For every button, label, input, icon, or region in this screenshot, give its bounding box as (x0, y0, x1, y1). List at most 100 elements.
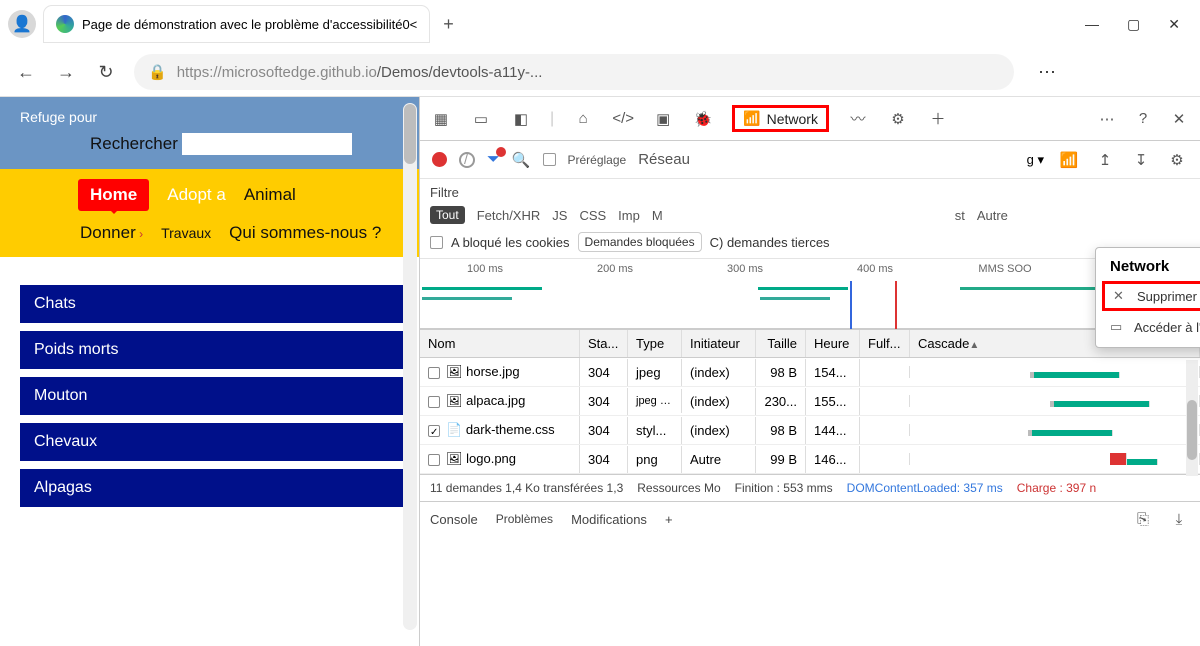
filter-bar: Filtre Tout Fetch/XHR JS CSS Imp M st Au… (420, 179, 1200, 259)
url-path: /Demos/devtools-a11y-... (377, 64, 543, 81)
status-summary: 11 demandes 1,4 Ko transférées 1,3 (430, 481, 623, 495)
bug-icon[interactable]: 🐞 (692, 108, 714, 130)
forward-button[interactable]: → (54, 62, 78, 83)
nav-animal[interactable]: Animal (244, 185, 296, 205)
context-menu-remove[interactable]: ✕ Supprimer de la barre d'activités (1102, 281, 1200, 311)
nav-adopt[interactable]: Adopt a (167, 185, 226, 205)
edge-icon (56, 15, 74, 33)
search-input[interactable] (182, 133, 352, 155)
drawer-expand-icon[interactable]: ⤓ (1168, 508, 1190, 530)
devtools-drawer: Console Problèmes Modifications + ⎘ ⤓ (420, 501, 1200, 536)
profile-avatar[interactable]: 👤 (8, 10, 36, 38)
devtools-tabbar: ▦ ▭ ◧ | ⌂ </> ▣ 🐞 📶 Network 〰 ⚙ ＋ ⋯ ? ✕ (420, 97, 1200, 141)
col-time[interactable]: Heure (806, 330, 860, 357)
nav-donate[interactable]: Donner (80, 223, 143, 243)
nav-home[interactable]: Home (78, 179, 149, 211)
url-host: https://microsoftedge.github.io (177, 64, 377, 81)
prereglage-label: Préréglage (568, 153, 627, 167)
drawer-tab-console[interactable]: Console (430, 512, 478, 527)
move-bottom-icon: ▭ (1110, 319, 1124, 335)
category-item[interactable]: Mouton (20, 377, 403, 415)
table-row[interactable]: 🖼 horse.jpg 304 jpeg (index) 98 B 154... (420, 358, 1200, 387)
wifi-settings-icon[interactable]: 📶 (1058, 149, 1080, 171)
network-statusbar: 11 demandes 1,4 Ko transférées 1,3 Resso… (420, 474, 1200, 501)
filter-chip-img[interactable]: Imp (618, 208, 640, 223)
reload-button[interactable]: ↻ (94, 62, 118, 83)
category-item[interactable]: Alpagas (20, 469, 403, 507)
drawer-dock-icon[interactable]: ⎘ (1132, 508, 1154, 530)
reseau-label: Réseau (638, 151, 690, 168)
maximize-button[interactable]: ▢ (1127, 16, 1140, 33)
page-scrollbar[interactable] (403, 103, 417, 630)
devtools-panel: ▦ ▭ ◧ | ⌂ </> ▣ 🐞 📶 Network 〰 ⚙ ＋ ⋯ ? ✕ (420, 97, 1200, 646)
nav-jobs[interactable]: Travaux (161, 225, 211, 241)
filter-chip-all[interactable]: Tout (430, 206, 465, 224)
filter-chip-media[interactable]: M (652, 208, 663, 223)
network-table: Nom Sta... Type Initiateur Taille Heure … (420, 329, 1200, 474)
window-titlebar: 👤 Page de démonstration avec le problème… (0, 0, 1200, 48)
col-size[interactable]: Taille (756, 330, 806, 357)
preserve-log-checkbox[interactable] (543, 153, 556, 166)
app-icon[interactable]: ▣ (652, 108, 674, 130)
table-row[interactable]: 🖼 alpaca.jpg 304 jpeg jpeg (index) 230..… (420, 387, 1200, 416)
more-tools-button[interactable]: ⋯ (1096, 108, 1118, 130)
site-nav: Home Adopt a Animal Donner Travaux Qui s… (0, 169, 419, 257)
inspect-icon[interactable]: ▦ (430, 108, 452, 130)
help-button[interactable]: ? (1132, 108, 1154, 130)
new-tab-button[interactable]: + (437, 14, 460, 35)
search-label: Rechercher (20, 134, 178, 154)
col-fulfilled[interactable]: Fulf... (860, 330, 910, 357)
timeline-overview[interactable]: 100 ms 200 ms 300 ms 400 ms MMS SOO 600 … (420, 259, 1200, 329)
context-menu-quickview[interactable]: ▭ Accéder à l'affichage rapide en bas (1096, 313, 1200, 341)
back-button[interactable]: ← (14, 62, 38, 83)
download-icon[interactable]: ↧ (1130, 149, 1152, 171)
block-cookies-checkbox[interactable] (430, 236, 443, 249)
tab-network[interactable]: 📶 Network (732, 105, 829, 132)
table-scrollbar[interactable] (1186, 360, 1198, 476)
performance-icon[interactable]: 〰 (847, 108, 869, 130)
table-header: Nom Sta... Type Initiateur Taille Heure … (420, 330, 1200, 358)
filter-chip-other[interactable]: Autre (977, 208, 1008, 223)
close-devtools-button[interactable]: ✕ (1168, 108, 1190, 130)
throttling-label[interactable]: g ▾ (1027, 152, 1044, 168)
search-icon[interactable]: 🔍 (512, 151, 531, 169)
blocked-requests-chip[interactable]: Demandes bloquées (578, 232, 702, 252)
category-item[interactable]: Poids morts (20, 331, 403, 369)
add-tab-button[interactable]: ＋ (927, 108, 949, 130)
drawer-add-button[interactable]: + (665, 512, 673, 527)
nav-about[interactable]: Qui sommes-nous ? (229, 223, 381, 243)
address-bar[interactable]: 🔒 https://microsoftedge.github.io/Demos/… (134, 54, 1014, 90)
col-status[interactable]: Sta... (580, 330, 628, 357)
browser-tab[interactable]: Page de démonstration avec le problème d… (44, 6, 429, 42)
home-icon[interactable]: ⌂ (572, 108, 594, 130)
table-row[interactable]: 📄 dark-theme.css 304 styl... (index) 98 … (420, 416, 1200, 445)
filter-chip-css[interactable]: CSS (579, 208, 606, 223)
lock-icon: 🔒 (148, 63, 167, 81)
filter-chip-js[interactable]: JS (552, 208, 567, 223)
gear-icon[interactable]: ⚙ (1166, 149, 1188, 171)
memory-icon[interactable]: ⚙ (887, 108, 909, 130)
device-icon[interactable]: ▭ (470, 108, 492, 130)
browser-menu-button[interactable]: ⋯ (1030, 62, 1064, 83)
category-item[interactable]: Chats (20, 285, 403, 323)
drawer-tab-changes[interactable]: Modifications (571, 512, 647, 527)
filter-chip-st[interactable]: st (955, 208, 965, 223)
filter-toggle[interactable]: ⏷ (487, 151, 500, 169)
col-initiator[interactable]: Initiateur (682, 330, 756, 357)
status-domcontentloaded: DOMContentLoaded: 357 ms (847, 481, 1003, 495)
minimize-button[interactable]: — (1085, 16, 1099, 33)
filter-chip-fetch[interactable]: Fetch/XHR (477, 208, 541, 223)
record-button[interactable] (432, 152, 447, 167)
elements-icon[interactable]: </> (612, 108, 634, 130)
close-window-button[interactable]: ✕ (1168, 16, 1180, 33)
clear-button[interactable] (459, 152, 475, 168)
page-viewport: Refuge pour Rechercher Home Adopt a Anim… (0, 97, 420, 646)
dock-icon[interactable]: ◧ (510, 108, 532, 130)
col-type[interactable]: Type (628, 330, 682, 357)
table-row[interactable]: 🖼 logo.png 304 png Autre 99 B 146... (420, 445, 1200, 474)
upload-icon[interactable]: ↥ (1094, 149, 1116, 171)
network-toolbar: ⏷ 🔍 Préréglage Réseau g ▾ 📶 ↥ ↧ ⚙ (420, 141, 1200, 179)
col-name[interactable]: Nom (420, 330, 580, 357)
drawer-tab-issues[interactable]: Problèmes (496, 512, 553, 526)
category-item[interactable]: Chevaux (20, 423, 403, 461)
